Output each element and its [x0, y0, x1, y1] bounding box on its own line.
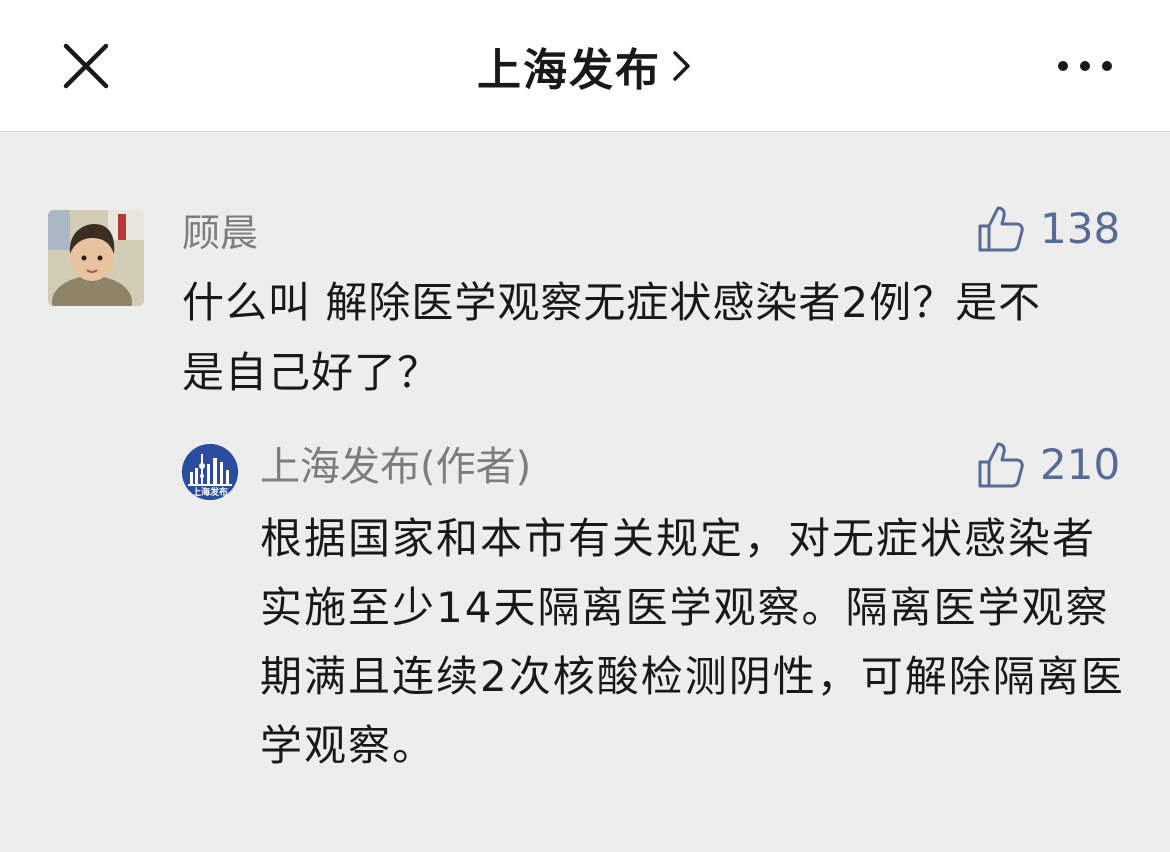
thumbs-up-icon	[978, 442, 1024, 488]
comment-author-name[interactable]: 顾晨	[182, 210, 258, 256]
reply-like-count: 210	[1040, 440, 1121, 489]
account-title-button[interactable]: 上海发布	[477, 34, 693, 98]
more-horizontal-icon	[1058, 61, 1112, 71]
comment-like-count: 138	[1040, 204, 1121, 253]
logo-text: 上海发布	[192, 486, 228, 498]
reply-author-name[interactable]: 上海发布(作者)	[260, 442, 531, 492]
page-title: 上海发布	[477, 45, 661, 96]
comment-item: 顾晨 138 什么叫 解除医学观察无症状感染者2例？是不是自己好了？ 上海发布 …	[0, 132, 1170, 852]
reply-like-button[interactable]: 210	[976, 440, 1120, 490]
thumbs-up-icon	[978, 206, 1024, 252]
top-navigation-bar: 上海发布	[0, 0, 1170, 132]
close-button[interactable]	[56, 36, 116, 96]
more-options-button[interactable]	[1050, 46, 1120, 86]
shanghai-skyline-logo: 上海发布	[182, 444, 238, 500]
avatar[interactable]	[48, 210, 144, 306]
child-photo-avatar	[48, 210, 144, 306]
close-icon	[63, 43, 109, 89]
comment-like-button[interactable]: 138	[976, 204, 1120, 254]
author-reply-avatar[interactable]: 上海发布	[182, 444, 238, 500]
comment-text: 什么叫 解除医学观察无症状感染者2例？是不是自己好了？	[182, 278, 1042, 397]
reply-text: 根据国家和本市有关规定，对无症状感染者实施至少14天隔离医学观察。隔离医学观察期…	[260, 514, 1125, 770]
chevron-right-icon	[673, 51, 690, 81]
